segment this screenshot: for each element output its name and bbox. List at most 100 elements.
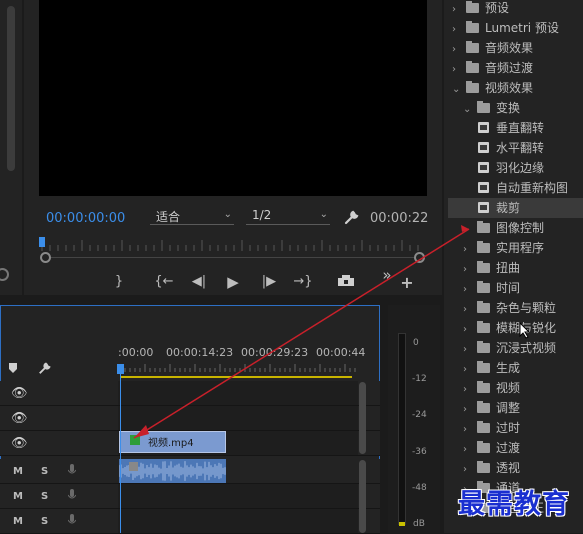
chevron-right-icon[interactable]: › — [463, 220, 473, 240]
effects-folder[interactable]: › 视频 — [463, 378, 520, 398]
eye-icon[interactable]: 👁 — [11, 436, 28, 451]
chevron-right-icon[interactable]: › — [463, 380, 473, 400]
effects-folder[interactable]: › 模糊与锐化 — [463, 318, 556, 338]
tree-item-label: 裁剪 — [496, 201, 521, 215]
chevron-right-icon[interactable]: › — [463, 420, 473, 440]
chevron-right-icon[interactable]: › — [452, 60, 462, 80]
chevron-down-icon[interactable]: ⌄ — [463, 100, 473, 120]
chevron-right-icon[interactable]: › — [463, 280, 473, 300]
effect-item[interactable]: 自动重新构图 — [474, 178, 568, 198]
effects-folder[interactable]: › 时间 — [463, 278, 520, 298]
video-clip[interactable]: 视频.mp4 — [119, 431, 226, 453]
chevron-right-icon[interactable]: › — [452, 20, 462, 40]
mute-button[interactable]: M — [13, 466, 23, 477]
solo-button[interactable]: S — [41, 516, 48, 527]
current-timecode[interactable]: 00:00:00:00 — [46, 211, 125, 226]
play-button[interactable]: ▶ — [222, 273, 244, 291]
go-to-out-button[interactable]: →} — [292, 274, 314, 289]
video-tracks-scrollbar[interactable] — [359, 382, 366, 454]
zoom-bar-right-handle[interactable] — [414, 252, 425, 263]
audio-track-3[interactable] — [118, 509, 358, 534]
timeline-playhead[interactable] — [117, 364, 124, 374]
fit-dropdown[interactable]: 适合 ⌄ — [150, 208, 234, 225]
effects-folder[interactable]: › 音频过渡 — [452, 58, 533, 78]
marker-icon[interactable] — [9, 362, 17, 373]
export-frame-icon[interactable] — [337, 275, 355, 287]
chevron-right-icon[interactable]: › — [463, 440, 473, 460]
chevron-right-icon[interactable]: › — [463, 240, 473, 260]
solo-button[interactable]: S — [41, 491, 48, 502]
effects-folder[interactable]: › 生成 — [463, 358, 520, 378]
resolution-dropdown[interactable]: 1/2 ⌄ — [246, 208, 330, 225]
wrench-icon[interactable] — [344, 209, 360, 225]
effects-folder[interactable]: › 预设 — [452, 0, 509, 18]
monitor-time-ruler[interactable] — [40, 238, 420, 252]
effects-folder[interactable]: › 透视 — [463, 458, 520, 478]
chevron-right-icon[interactable]: › — [463, 460, 473, 480]
eye-icon[interactable]: 👁 — [11, 386, 28, 401]
work-area-bar[interactable] — [120, 376, 352, 378]
chevron-right-icon[interactable]: › — [452, 0, 462, 20]
chevron-right-icon[interactable]: › — [463, 260, 473, 280]
add-button-icon[interactable]: + — [396, 273, 418, 292]
folder-icon — [477, 101, 490, 113]
chevron-right-icon[interactable]: › — [463, 300, 473, 320]
zoom-bar-left-handle[interactable] — [40, 252, 51, 263]
effects-folder[interactable]: › 过渡 — [463, 438, 520, 458]
chevron-right-icon[interactable]: › — [452, 40, 462, 60]
tree-item-label: 变换 — [496, 101, 521, 115]
audio-meter-level — [399, 522, 405, 526]
effect-item[interactable]: 垂直翻转 — [474, 118, 544, 138]
effect-item[interactable]: 裁剪 — [448, 198, 583, 218]
tree-item-label: 杂色与颗粒 — [496, 301, 557, 315]
step-forward-button[interactable]: |▶ — [258, 274, 280, 289]
effects-folder[interactable]: › 图像控制 — [463, 218, 544, 238]
effects-folder[interactable]: › 沉浸式视频 — [463, 338, 556, 358]
eye-icon[interactable]: 👁 — [11, 411, 28, 426]
effect-item[interactable]: 羽化边缘 — [474, 158, 544, 178]
effects-folder[interactable]: ⌄ 视频效果 — [452, 78, 533, 98]
wrench-icon[interactable] — [38, 361, 52, 375]
solo-button[interactable]: S — [41, 466, 48, 477]
chevron-right-icon[interactable]: › — [463, 360, 473, 380]
timeline-ruler[interactable] — [118, 364, 358, 372]
effects-folder[interactable]: ⌄ 变换 — [463, 98, 520, 118]
effects-folder[interactable]: › 杂色与颗粒 — [463, 298, 556, 318]
microphone-icon[interactable] — [67, 514, 77, 529]
meter-label: -12 — [412, 374, 427, 384]
mark-out-button[interactable]: } — [108, 274, 130, 289]
audio-track-2[interactable] — [118, 484, 358, 509]
microphone-icon[interactable] — [67, 464, 77, 479]
effects-folder[interactable]: › 实用程序 — [463, 238, 544, 258]
effects-folder[interactable]: › 调整 — [463, 398, 520, 418]
mute-button[interactable]: M — [13, 516, 23, 527]
audio-clip[interactable] — [118, 459, 226, 483]
mute-button[interactable]: M — [13, 491, 23, 502]
chevron-right-icon[interactable]: › — [463, 340, 473, 360]
left-panel-scrollbar[interactable] — [7, 6, 15, 171]
tree-item-label: 过时 — [496, 421, 521, 435]
effects-folder[interactable]: › Lumetri 预设 — [452, 18, 559, 38]
effect-icon — [478, 122, 489, 133]
fx-badge-icon — [130, 435, 140, 445]
effects-folder[interactable]: › 过时 — [463, 418, 520, 438]
step-back-button[interactable]: ◀| — [188, 274, 210, 289]
video-track-3[interactable] — [118, 381, 358, 406]
effect-item[interactable]: 水平翻转 — [474, 138, 544, 158]
chevron-down-icon[interactable]: ⌄ — [452, 80, 462, 100]
fit-dropdown-value: 适合 — [156, 210, 181, 224]
effect-icon — [478, 182, 489, 193]
effects-folder[interactable]: › 扭曲 — [463, 258, 520, 278]
chevron-right-icon[interactable]: › — [463, 400, 473, 420]
audio-tracks-scrollbar[interactable] — [359, 460, 366, 533]
meter-label: -36 — [412, 447, 427, 457]
monitor-playhead[interactable] — [39, 237, 45, 247]
microphone-icon[interactable] — [67, 489, 77, 504]
monitor-zoom-bar[interactable] — [45, 257, 420, 258]
more-controls-button[interactable]: » — [376, 266, 398, 284]
audio-meter-bar — [398, 333, 406, 525]
chevron-right-icon[interactable]: › — [463, 320, 473, 340]
video-track-2[interactable] — [118, 406, 358, 431]
effects-folder[interactable]: › 音频效果 — [452, 38, 533, 58]
go-to-in-button[interactable]: {← — [153, 274, 175, 289]
